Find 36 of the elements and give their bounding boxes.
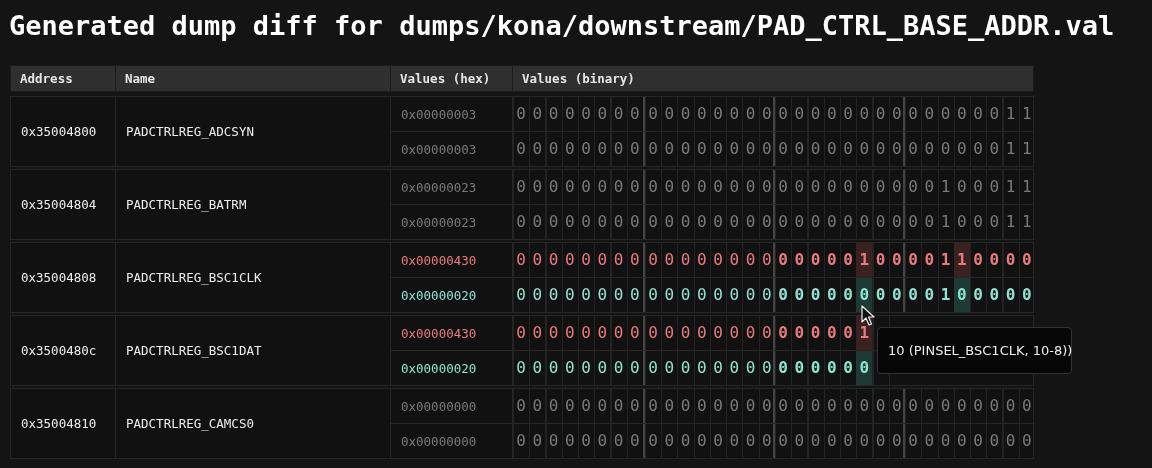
address-cell: 0x35004804 bbox=[11, 170, 115, 239]
address-cell: 0x3500480c bbox=[11, 316, 115, 385]
bit-group: 00000000 bbox=[513, 170, 647, 204]
bit-group: 00000000 bbox=[513, 132, 647, 166]
bit-group: 00000000 bbox=[513, 205, 647, 239]
bit-group: 00000000 bbox=[513, 389, 647, 423]
column-header: Values (hex) bbox=[391, 66, 512, 91]
bit-group: 00000000 bbox=[513, 278, 647, 312]
name-cell: PADCTRLREG_BSC1CLK bbox=[116, 243, 390, 312]
hex-value: 0x00000430 bbox=[391, 243, 512, 277]
hex-value: 0x00000020 bbox=[391, 351, 512, 385]
page-title: Generated dump diff for dumps/kona/downstream/PAD_CTRL_BASE_ADDR.val bbox=[8, 9, 1116, 43]
hex-value: 0x00000023 bbox=[391, 205, 512, 239]
bit-group: 00000000 bbox=[513, 243, 647, 277]
address-cell: 0x35004810 bbox=[11, 389, 115, 458]
bit-group: 00000000 bbox=[513, 424, 647, 458]
bit-group: 00000000 bbox=[513, 351, 647, 385]
address-cell: 0x35004800 bbox=[11, 97, 115, 166]
name-cell: PADCTRLREG_BSC1DAT bbox=[116, 316, 390, 385]
hex-value: 0x00000003 bbox=[391, 132, 512, 166]
name-cell: PADCTRLREG_BATRM bbox=[116, 170, 390, 239]
column-header: Name bbox=[116, 66, 390, 91]
name-cell: PADCTRLREG_CAMCS0 bbox=[116, 389, 390, 458]
address-cell: 0x35004808 bbox=[11, 243, 115, 312]
column-header: Address bbox=[11, 66, 115, 91]
column-header: Values (binary) bbox=[513, 66, 1033, 91]
hex-value: 0x00000000 bbox=[391, 389, 512, 423]
hex-value: 0x00000430 bbox=[391, 316, 512, 350]
hex-value: 0x00000000 bbox=[391, 424, 512, 458]
hex-value: 0x00000003 bbox=[391, 97, 512, 131]
bit-group: 00000000 bbox=[513, 316, 647, 350]
name-cell: PADCTRLREG_ADCSYN bbox=[116, 97, 390, 166]
hex-value: 0x00000020 bbox=[391, 278, 512, 312]
tooltip: 10 (PINSEL_BSC1CLK, 10-8)) bbox=[877, 327, 1072, 374]
bit-group: 00000000 bbox=[513, 97, 647, 131]
hex-value: 0x00000023 bbox=[391, 170, 512, 204]
